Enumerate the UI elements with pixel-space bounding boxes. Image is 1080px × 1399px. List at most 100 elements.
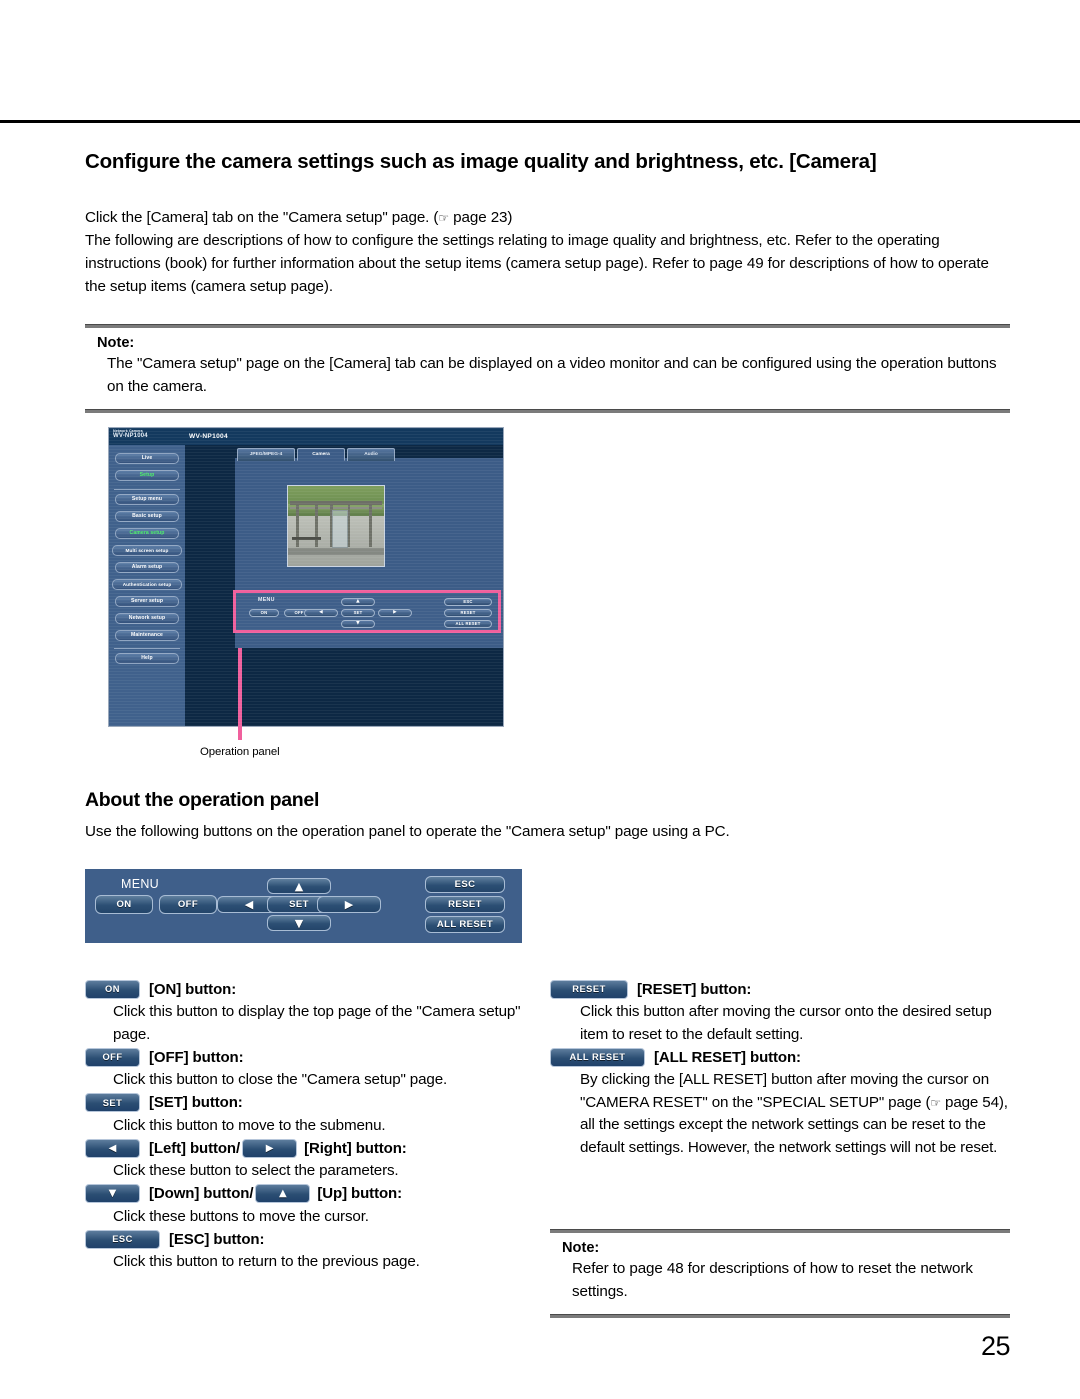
panel-reset-button[interactable]: RESET [425,896,505,913]
panel-off-button[interactable]: OFF [159,895,217,914]
screenshot-esc-button[interactable]: ESC [444,598,492,606]
intro-line-1-post: page 23) [449,209,513,226]
panel-up-button[interactable]: ▲ [267,878,331,894]
screenshot-titlebar: Network Camera WV-NP1004 WV-NP1004 [109,428,503,445]
sidebar-item-authentication[interactable]: Authentication setup [112,579,182,590]
up-button-label: [Up] button: [317,1185,402,1202]
note-top-rule-lower [85,408,1010,413]
intro-line-1: Click the [Camera] tab on the "Camera se… [85,206,1010,229]
note-top-text: The "Camera setup" page on the [Camera] … [107,355,997,395]
screenshot-reset-button[interactable]: RESET [444,609,492,617]
all-reset-button-desc: By clicking the [ALL RESET] button after… [580,1069,1010,1159]
on-button-glyph[interactable]: ON [85,979,140,999]
set-button-desc: Click this button to move to the submenu… [113,1116,386,1134]
page-number: 25 [980,1331,1011,1361]
screenshot-down-button[interactable]: ▼ [341,620,375,628]
screenshot-menu-label: MENU [258,597,275,603]
sidebar-item-help[interactable]: Help [115,653,179,664]
note-top-label: Note: [97,335,135,351]
desc-item-left-right: ◀ [Left] button/ ▶ [Right] button: Click… [85,1137,525,1183]
panel-all-reset-button[interactable]: ALL RESET [425,916,505,933]
note-bottom: Note: Refer to page 48 for descriptions … [550,1229,1010,1318]
brand-model-label: WV-NP1004 [113,433,148,440]
panel-menu-label: MENU [121,877,160,891]
panel-down-button[interactable]: ▼ [267,915,331,931]
desc-item-on: ON [ON] button: Click this button to dis… [85,978,525,1046]
note-bottom-label: Note: [562,1240,600,1256]
sidebar-item-camera-setup[interactable]: Camera setup [115,528,179,539]
set-button-label: [SET] button: [149,1094,243,1111]
down-button-label: [Down] button/ [149,1185,254,1202]
set-button-glyph[interactable]: SET [85,1093,140,1112]
on-button-label: [ON] button: [149,980,237,998]
brand-small-label: Network Camera [113,429,143,433]
desc-item-reset: RESET [RESET] button: Click this button … [550,978,1010,1046]
up-button-glyph[interactable]: ▲ [255,1184,311,1203]
reset-button-label: [RESET] button: [637,980,752,998]
intro-paragraph: The following are descriptions of how to… [85,232,989,296]
esc-button-glyph[interactable]: ESC [85,1229,160,1249]
operation-panel-caption: Operation panel [200,746,280,758]
left-description-column: ON [ON] button: Click this button to dis… [85,978,525,1274]
tab-jpeg-mpeg4[interactable]: JPEG/MPEG-4 [237,448,295,461]
panel-right-button[interactable]: ▶ [317,896,381,913]
screenshot-sidebar: Live Setup Setup menu Basic setup Camera… [109,445,185,726]
sidebar-divider-top [114,489,180,490]
note-top: Note: The "Camera setup" page on the [Ca… [85,324,1010,413]
off-button-desc: Click this button to close the "Camera s… [113,1071,448,1088]
esc-button-label: [ESC] button: [169,1230,265,1248]
note-bottom-text: Refer to page 48 for descriptions of how… [572,1260,973,1300]
desc-item-down-up: ▼ [Down] button/ ▲ [Up] button: Click th… [85,1183,525,1229]
camera-ui-screenshot: Network Camera WV-NP1004 WV-NP1004 Live … [108,427,504,727]
sidebar-item-basic-setup[interactable]: Basic setup [115,511,179,522]
all-reset-desc-pre: By clicking the [ALL RESET] button after… [580,1071,989,1111]
sidebar-item-live[interactable]: Live [115,453,179,464]
note-bottom-rule-lower [550,1313,1010,1318]
screenshot-set-button[interactable]: SET [341,609,375,617]
screenshot-operation-panel: MENU ON OFF ▲ ◀ SET ▶ ▼ ESC RESET ALL RE… [233,590,501,633]
on-button-desc: Click this button to display the top pag… [113,1003,521,1043]
section-subtext: Use the following buttons on the operati… [85,823,730,840]
right-button-label: [Right] button: [304,1139,407,1157]
right-button-glyph[interactable]: ▶ [242,1138,298,1158]
intro-line-1-pre: Click the [Camera] tab on the "Camera se… [85,209,439,226]
intro-text: Click the [Camera] tab on the "Camera se… [85,206,1010,298]
panel-esc-button[interactable]: ESC [425,876,505,893]
sidebar-item-multi-screen[interactable]: Multi screen setup [112,545,182,556]
page-title: Configure the camera settings such as im… [85,150,877,173]
tab-camera[interactable]: Camera [297,448,345,461]
right-description-column: RESET [RESET] button: Click this button … [550,978,1010,1159]
desc-item-off: OFF [OFF] button: Click this button to c… [85,1046,525,1092]
screenshot-all-reset-button[interactable]: ALL RESET [444,620,492,628]
brand-block: Network Camera WV-NP1004 [113,429,148,441]
screenshot-left-button[interactable]: ◀ [304,609,338,617]
panel-on-button[interactable]: ON [95,895,153,914]
off-button-label: [OFF] button: [149,1048,244,1066]
desc-item-esc: ESC [ESC] button: Click this button to r… [85,1228,525,1274]
reset-button-desc: Click this button after moving the curso… [580,1003,992,1043]
document-page: Configure the camera settings such as im… [0,0,1080,1399]
sidebar-item-network-setup[interactable]: Network setup [115,613,179,624]
screenshot-up-button[interactable]: ▲ [341,598,375,606]
sidebar-item-maintenance[interactable]: Maintenance [115,630,179,641]
sidebar-item-setup[interactable]: Setup [115,470,179,481]
reset-button-glyph[interactable]: RESET [550,979,628,999]
live-video-image [287,485,385,567]
tab-audio[interactable]: Audio [347,448,395,461]
all-reset-button-label: [ALL RESET] button: [654,1048,801,1066]
pointer-icon: ☞ [438,211,450,225]
down-button-glyph[interactable]: ▼ [85,1184,140,1203]
screenshot-on-button[interactable]: ON [249,609,279,617]
pointer-icon-2: ☞ [930,1095,941,1110]
sidebar-item-alarm-setup[interactable]: Alarm setup [115,562,179,573]
desc-item-set: SET [SET] button: Click this button to m… [85,1092,525,1138]
all-reset-button-glyph[interactable]: ALL RESET [550,1047,645,1067]
screenshot-right-button[interactable]: ▶ [378,609,412,617]
left-button-glyph[interactable]: ◀ [85,1138,140,1158]
esc-button-desc: Click this button to return to the previ… [113,1253,420,1270]
left-button-label: [Left] button/ [149,1139,241,1157]
off-button-glyph[interactable]: OFF [85,1047,140,1067]
screenshot-model-title: WV-NP1004 [189,433,228,440]
sidebar-item-server-setup[interactable]: Server setup [115,596,179,607]
sidebar-divider-bottom [114,648,180,649]
